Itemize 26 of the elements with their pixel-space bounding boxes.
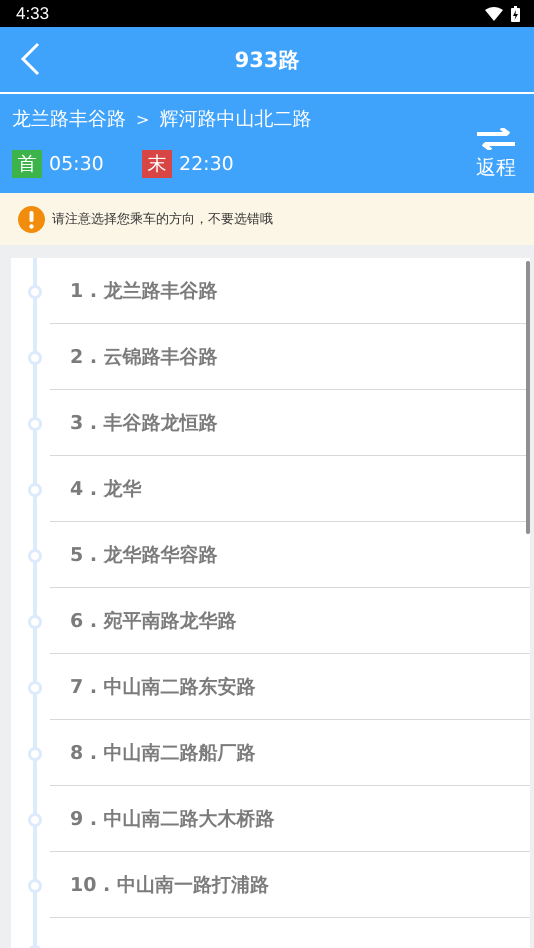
back-icon [19, 42, 41, 76]
stop-name[interactable]: 6 . 宛平南路龙华路 [70, 608, 237, 634]
origin-stop: 龙兰路丰谷路 [12, 107, 126, 132]
time-badge: 末 [142, 150, 172, 178]
swap-icon [477, 128, 515, 150]
bus-time: 05:30 [49, 153, 104, 175]
warning-icon [18, 206, 45, 232]
status-time: 4:33 [16, 4, 50, 24]
route-title: 933路 [234, 46, 300, 74]
stop-name[interactable]: 5 . 龙华路华容路 [70, 542, 218, 568]
stop-name[interactable]: 3 . 丰谷路龙恒路 [70, 410, 218, 436]
stop-name[interactable]: 9 . 中山南二路大木桥路 [70, 806, 275, 832]
stop-name[interactable]: 7 . 中山南二路东安路 [70, 674, 256, 700]
stop-name[interactable]: 8 . 中山南二路船厂路 [70, 740, 256, 766]
destination-stop: 辉河路中山北二路 [159, 107, 312, 132]
direction-arrow: > [136, 110, 150, 128]
stop-name[interactable]: 1 . 龙兰路丰谷路 [70, 278, 218, 304]
battery-icon [511, 6, 520, 22]
time-badge: 首 [12, 150, 42, 178]
stop-name[interactable]: 4 . 龙华 [70, 476, 142, 502]
stop-name[interactable]: 2 . 云锦路丰谷路 [70, 344, 218, 370]
return-trip-button[interactable]: 返程 [470, 128, 522, 181]
bus-time: 22:30 [179, 153, 234, 175]
stop-name[interactable]: 10 . 中山南一路打浦路 [70, 872, 269, 898]
notice-text: 请注意选择您乘车的方向，不要选错哦 [52, 211, 273, 228]
wifi-icon [485, 6, 503, 20]
